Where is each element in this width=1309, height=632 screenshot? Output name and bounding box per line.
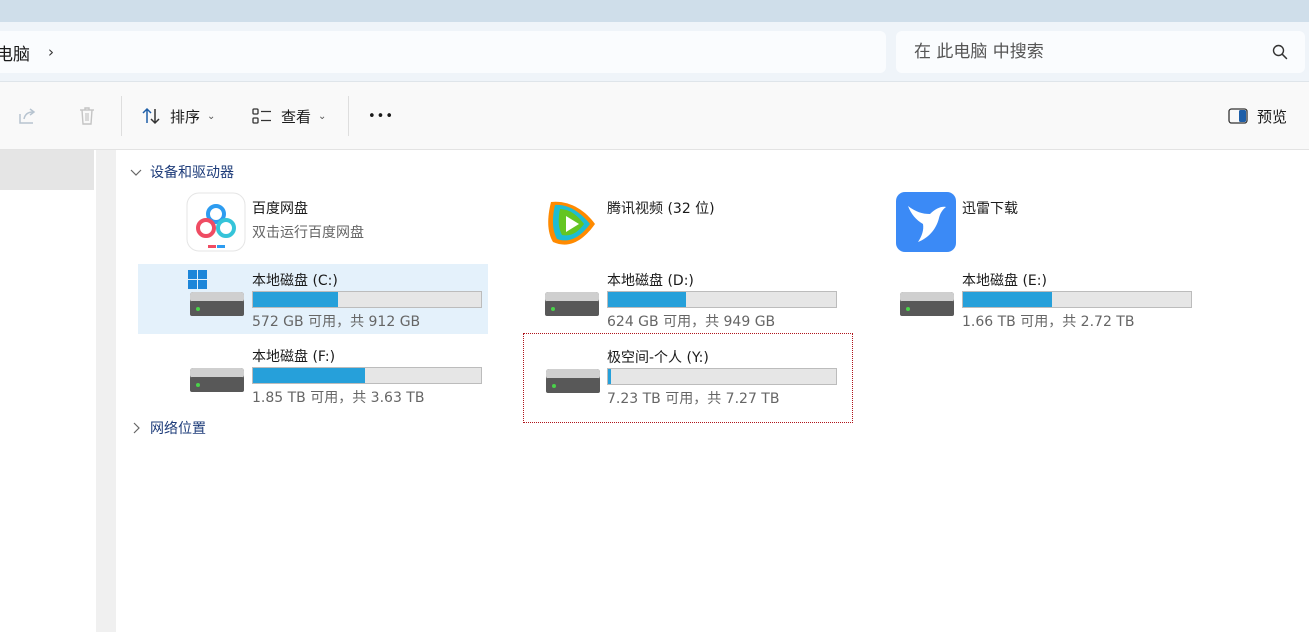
baidu-netdisk-icon xyxy=(186,192,246,252)
share-button[interactable] xyxy=(16,102,38,130)
search-box[interactable] xyxy=(896,31,1305,73)
drive-usage-fill xyxy=(608,369,611,384)
drive-tile-d[interactable]: 本地磁盘 (D:) 624 GB 可用，共 949 GB xyxy=(493,264,843,334)
group-title: 网络位置 xyxy=(150,421,206,437)
trash-icon xyxy=(80,107,94,125)
system-drive-icon xyxy=(188,270,244,316)
drive-usage-bar xyxy=(607,368,837,385)
drive-usage-fill xyxy=(963,292,1052,307)
chevron-right-icon xyxy=(133,422,140,434)
group-title: 设备和驱动器 xyxy=(150,165,234,181)
chevron-down-icon: ⌄ xyxy=(318,110,327,122)
group-header-devices[interactable]: 设备和驱动器 xyxy=(128,162,234,182)
app-name: 腾讯视频 (32 位) xyxy=(607,201,715,217)
drive-free-space: 624 GB 可用，共 949 GB xyxy=(607,314,776,330)
app-description: 双击运行百度网盘 xyxy=(252,225,364,241)
drive-usage-fill xyxy=(608,292,686,307)
navigation-bar: 电脑 › xyxy=(0,22,1309,82)
drive-usage-bar xyxy=(607,291,837,308)
share-icon xyxy=(19,108,36,124)
app-tile-tencent-video[interactable]: 腾讯视频 (32 位) xyxy=(493,192,843,262)
file-view: 设备和驱动器 百度网盘 双击运行百度网盘 腾讯视频 (32 位) 迅雷下载 本地… xyxy=(116,150,1309,632)
drive-tile-y[interactable]: 极空间-个人 (Y:) 7.23 TB 可用，共 7.27 TB xyxy=(523,333,853,423)
breadcrumb-this-pc[interactable]: 电脑 xyxy=(0,40,30,65)
command-bar: 排序 ⌄ 查看 ⌄ ••• 预览 xyxy=(0,82,1309,150)
drive-free-space: 572 GB 可用，共 912 GB xyxy=(252,314,421,330)
title-bar xyxy=(0,0,1309,22)
breadcrumb-chevron-icon[interactable]: › xyxy=(48,43,54,61)
preview-pane-icon xyxy=(1228,108,1248,124)
search-icon[interactable] xyxy=(1271,43,1289,61)
drive-tile-f[interactable]: 本地磁盘 (F:) 1.85 TB 可用，共 3.63 TB xyxy=(138,340,488,410)
drive-usage-bar xyxy=(962,291,1192,308)
app-name: 迅雷下载 xyxy=(962,201,1018,217)
preview-pane-button[interactable]: 预览 xyxy=(1227,102,1287,130)
search-input[interactable] xyxy=(914,42,1254,62)
drive-usage-bar xyxy=(252,291,482,308)
more-options-button[interactable]: ••• xyxy=(368,102,394,130)
drive-icon xyxy=(545,292,599,316)
toolbar-separator xyxy=(121,96,122,136)
sort-button[interactable]: 排序 ⌄ xyxy=(140,102,215,130)
view-button[interactable]: 查看 ⌄ xyxy=(251,102,326,130)
drive-icon xyxy=(190,368,244,392)
drive-free-space: 1.66 TB 可用，共 2.72 TB xyxy=(962,314,1135,330)
drive-name: 本地磁盘 (F:) xyxy=(252,349,336,365)
more-icon: ••• xyxy=(368,108,395,124)
preview-label: 预览 xyxy=(1257,107,1288,126)
app-tile-baidu[interactable]: 百度网盘 双击运行百度网盘 xyxy=(138,192,488,262)
pane-splitter[interactable] xyxy=(96,150,116,632)
drive-name: 本地磁盘 (D:) xyxy=(607,273,694,289)
drive-free-space: 1.85 TB 可用，共 3.63 TB xyxy=(252,390,425,406)
drive-icon xyxy=(900,292,954,316)
app-tile-thunder[interactable]: 迅雷下载 xyxy=(848,192,1198,262)
drive-name: 极空间-个人 (Y:) xyxy=(607,350,709,366)
sidebar-item-this-pc[interactable] xyxy=(0,150,94,190)
network-drive-icon xyxy=(546,369,600,393)
toolbar-separator xyxy=(348,96,349,136)
delete-button[interactable] xyxy=(76,102,98,130)
thunder-download-icon xyxy=(896,192,956,252)
drive-tile-e[interactable]: 本地磁盘 (E:) 1.66 TB 可用，共 2.72 TB xyxy=(848,264,1198,334)
app-name: 百度网盘 xyxy=(252,201,308,217)
view-label: 查看 xyxy=(281,107,312,126)
sort-icon xyxy=(142,107,160,125)
group-header-network[interactable]: 网络位置 xyxy=(128,418,206,438)
chevron-down-icon: ⌄ xyxy=(207,110,216,122)
drive-free-space: 7.23 TB 可用，共 7.27 TB xyxy=(607,391,780,407)
drive-name: 本地磁盘 (C:) xyxy=(252,273,338,289)
navigation-pane xyxy=(0,150,96,632)
drive-tile-c[interactable]: 本地磁盘 (C:) 572 GB 可用，共 912 GB xyxy=(138,264,488,334)
address-field[interactable]: 电脑 › xyxy=(0,31,886,73)
view-list-icon xyxy=(252,108,271,124)
drive-usage-bar xyxy=(252,367,482,384)
drive-name: 本地磁盘 (E:) xyxy=(962,273,1047,289)
tencent-video-icon xyxy=(548,201,595,245)
sort-label: 排序 xyxy=(170,107,201,126)
chevron-down-icon xyxy=(130,169,142,176)
drive-usage-fill xyxy=(253,292,339,307)
drive-usage-fill xyxy=(253,368,365,383)
